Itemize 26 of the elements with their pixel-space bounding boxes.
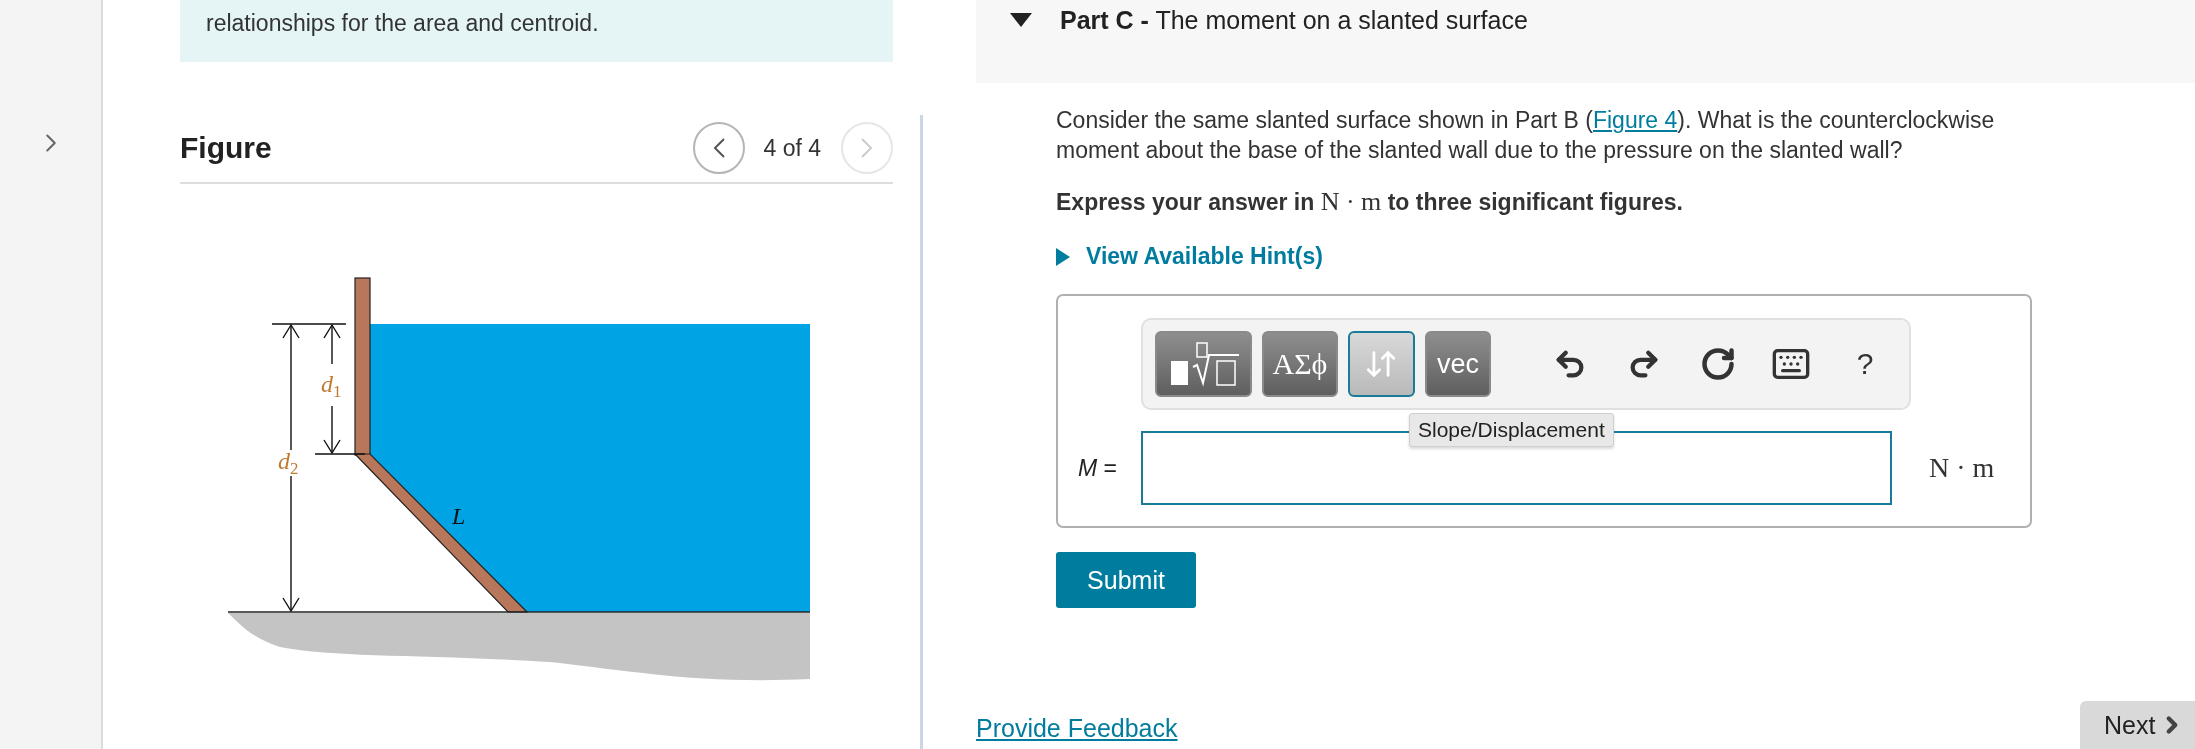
instruction-text: Express your answer in N · m to three significant figures. [1056, 187, 1684, 217]
templates-button[interactable] [1155, 331, 1252, 397]
reset-icon [1699, 346, 1736, 382]
intro-text: relationships for the area and centroid. [206, 10, 599, 36]
answer-label: M = [1078, 454, 1118, 482]
tooltip: Slope/Displacement [1409, 413, 1614, 447]
caret-icon [1056, 247, 1070, 266]
next-button[interactable]: Next [2080, 701, 2195, 749]
dimension-label: L [452, 503, 466, 529]
part-title: Part C - The moment on a slanted surface [1060, 5, 1528, 36]
dimension-label: d$_{1}$ [321, 371, 342, 401]
caret-icon [1010, 13, 1032, 27]
symbol-button[interactable]: vec [1424, 331, 1491, 397]
symbol-button[interactable]: ΑΣϕ [1262, 331, 1338, 397]
hint-toggle[interactable]: View Available Hint(s) [1056, 243, 1323, 270]
feedback-link[interactable]: Provide Feedback [976, 714, 1178, 743]
chevron-right-icon [861, 138, 873, 158]
submit-button[interactable]: Submit [1056, 552, 1196, 608]
answer-unit: N · m [1929, 452, 1995, 484]
figure-counter: 4 of 4 [763, 134, 821, 162]
figure-title: Figure [180, 131, 273, 165]
dimension-label: d$_{2}$ [278, 448, 299, 478]
arrows-button[interactable] [1347, 331, 1415, 397]
question-text: Consider the same slanted surface shown in Part B (Figure 4). What is the counterclockwise moment about the base of the slanted wall due to the pressure on the slanted wall? [1056, 106, 1996, 165]
chevron-left-icon [713, 138, 726, 158]
help-button[interactable]: ? [1833, 331, 1898, 397]
